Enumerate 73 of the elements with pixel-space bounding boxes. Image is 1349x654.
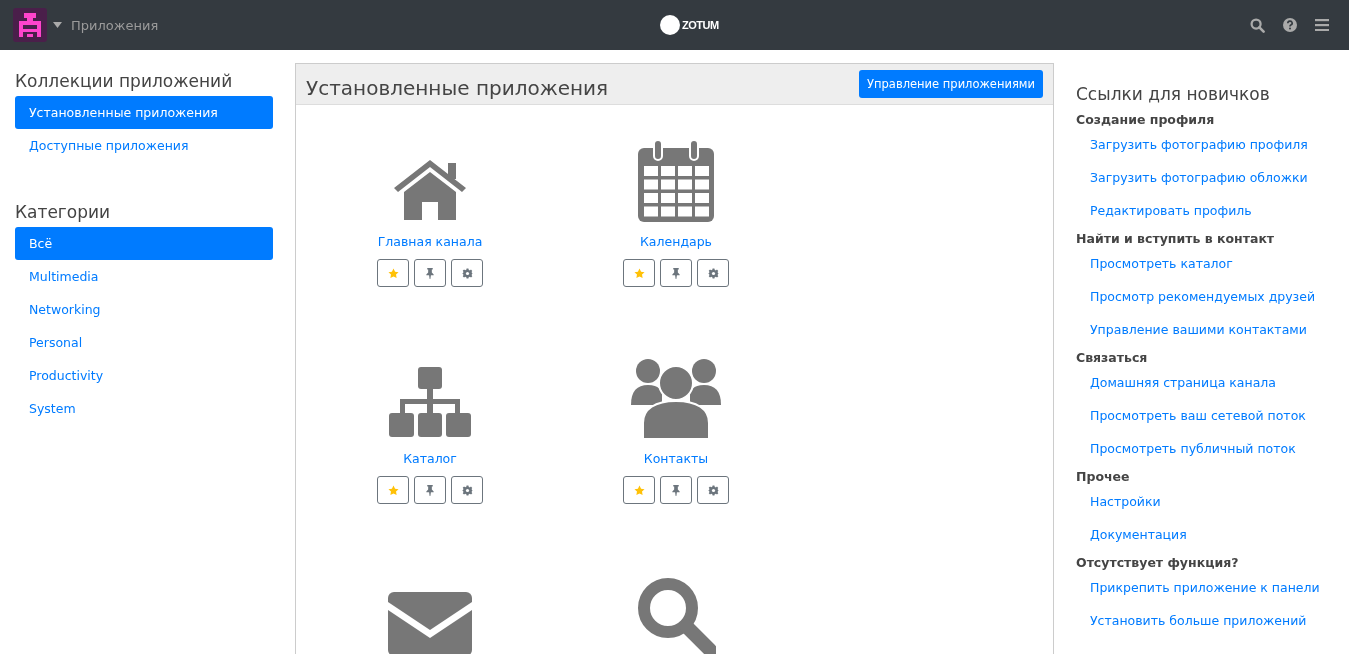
links-heading: Связаться xyxy=(1076,350,1149,367)
caret-down-icon[interactable] xyxy=(53,22,62,28)
search-icon[interactable] xyxy=(1250,17,1265,33)
calendar-icon[interactable] xyxy=(638,140,714,222)
pin-button[interactable] xyxy=(660,259,692,287)
sidebar-item[interactable]: Доступные приложения xyxy=(15,129,273,162)
pin-icon xyxy=(671,267,681,279)
star-icon xyxy=(633,267,645,279)
robot-avatar-icon[interactable] xyxy=(13,8,47,42)
gear-icon xyxy=(707,484,719,496)
star-button[interactable] xyxy=(623,476,655,504)
pin-button[interactable] xyxy=(414,259,446,287)
sidebar-item[interactable]: System xyxy=(15,392,273,425)
help-link[interactable]: Загрузить фотографию обложки xyxy=(1076,165,1336,198)
links-heading: Создание профиля xyxy=(1076,112,1216,129)
app-link[interactable]: Календарь xyxy=(640,234,712,249)
section-title: Ссылки для новичков xyxy=(1076,84,1271,104)
sidebar-item[interactable]: Multimedia xyxy=(15,260,273,293)
sidebar-item[interactable]: Всё xyxy=(15,227,273,260)
house-icon[interactable] xyxy=(392,158,468,222)
pin-icon xyxy=(425,267,435,279)
help-icon[interactable] xyxy=(1283,18,1297,32)
pin-icon xyxy=(425,484,435,496)
users-icon[interactable] xyxy=(631,357,721,439)
magnifier-icon[interactable] xyxy=(636,576,716,654)
settings-button[interactable] xyxy=(451,476,483,504)
help-link[interactable]: Просмотр рекомендуемых друзей xyxy=(1076,284,1336,317)
app-link[interactable]: Каталог xyxy=(403,451,457,466)
help-link[interactable]: Просмотреть публичный поток xyxy=(1076,436,1336,469)
sidebar-item[interactable]: Networking xyxy=(15,293,273,326)
help-link[interactable]: Установить больше приложений xyxy=(1076,608,1336,641)
help-link[interactable]: Загрузить фотографию профиля xyxy=(1076,132,1336,165)
gear-icon xyxy=(461,267,473,279)
star-button[interactable] xyxy=(377,476,409,504)
links-heading: Найти и вступить в контакт xyxy=(1076,231,1276,248)
sidebar-item[interactable]: Personal xyxy=(15,326,273,359)
pin-button[interactable] xyxy=(660,476,692,504)
manage-apps-button[interactable]: Управление приложениями xyxy=(859,70,1043,98)
links-heading: Прочее xyxy=(1076,469,1131,486)
logo-text[interactable]: ZOTUM xyxy=(682,19,719,31)
app-title[interactable]: Приложения xyxy=(71,17,159,33)
star-icon xyxy=(387,484,399,496)
gear-icon xyxy=(707,267,719,279)
help-link[interactable]: Просмотреть каталог xyxy=(1076,251,1336,284)
help-link[interactable]: Документация xyxy=(1076,522,1336,555)
menu-icon[interactable] xyxy=(1315,19,1329,31)
star-button[interactable] xyxy=(623,259,655,287)
settings-button[interactable] xyxy=(697,476,729,504)
help-link[interactable]: Просмотреть ваш сетевой поток xyxy=(1076,403,1336,436)
star-icon xyxy=(387,267,399,279)
help-link[interactable]: Управление вашими контактами xyxy=(1076,317,1336,350)
sitemap-icon[interactable] xyxy=(389,367,471,439)
panel-title: Установленные приложения xyxy=(306,76,609,100)
logo-circle-icon xyxy=(660,15,680,35)
help-link[interactable]: Редактировать профиль xyxy=(1076,198,1336,231)
help-link[interactable]: Прикрепить приложение к панели xyxy=(1076,575,1336,608)
app-link[interactable]: Главная канала xyxy=(377,234,483,249)
star-button[interactable] xyxy=(377,259,409,287)
pin-button[interactable] xyxy=(414,476,446,504)
links-heading: Отсутствует функция? xyxy=(1076,555,1240,572)
help-link[interactable]: Домашняя страница канала xyxy=(1076,370,1336,403)
help-link[interactable]: Настройки xyxy=(1076,489,1336,522)
gear-icon xyxy=(461,484,473,496)
section-title: Коллекции приложений xyxy=(15,71,234,91)
star-icon xyxy=(633,484,645,496)
pin-icon xyxy=(671,484,681,496)
sidebar-item[interactable]: Установленные приложения xyxy=(15,96,273,129)
envelope-icon[interactable] xyxy=(388,592,472,654)
section-title: Категории xyxy=(15,202,112,222)
settings-button[interactable] xyxy=(697,259,729,287)
app-link[interactable]: Контакты xyxy=(643,451,709,466)
settings-button[interactable] xyxy=(451,259,483,287)
sidebar-item[interactable]: Productivity xyxy=(15,359,273,392)
